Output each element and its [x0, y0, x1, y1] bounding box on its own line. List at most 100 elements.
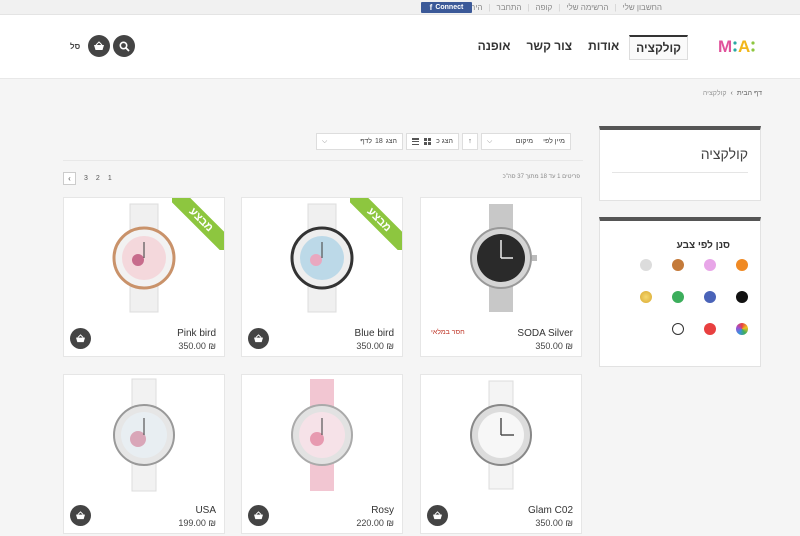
- swatch-orange[interactable]: [736, 259, 748, 271]
- product-card[interactable]: USA 199.00 ₪: [63, 374, 225, 534]
- sort-direction-button[interactable]: ↑: [462, 133, 478, 150]
- collection-title: קולקציה: [700, 146, 748, 162]
- add-to-cart-button[interactable]: [427, 505, 448, 526]
- svg-text:A: A: [738, 37, 750, 56]
- product-card[interactable]: מבצע Pink bird 350.00 ₪: [63, 197, 225, 357]
- product-price: 350.00 ₪: [535, 518, 573, 528]
- product-card[interactable]: Glam C02 350.00 ₪: [420, 374, 582, 534]
- pagination: ‹ 3 2 1: [63, 172, 112, 185]
- product-card[interactable]: מבצע Blue bird 350.00 ₪: [241, 197, 403, 357]
- product-toolbar: הצג 18 לדף ⌵ הצג כ ↑ מיין לפי מיקום ⌵: [316, 133, 571, 150]
- product-name[interactable]: Blue bird: [355, 328, 394, 339]
- swatch-blue[interactable]: [704, 291, 716, 303]
- facebook-connect-label: Connect: [435, 4, 464, 11]
- show-value: 18: [374, 138, 383, 145]
- svg-text:M: M: [718, 37, 732, 56]
- per-page-label: לדף: [360, 138, 372, 145]
- sort-value: מיקום: [515, 138, 534, 145]
- prev-page-button[interactable]: ‹: [63, 172, 76, 185]
- list-view-icon[interactable]: [412, 138, 419, 145]
- top-bar: החשבון שלי| הרשימה שלי| קופה| התחבר| היר…: [0, 0, 800, 15]
- product-price: 350.00 ₪: [356, 341, 394, 351]
- page-2[interactable]: 2: [96, 175, 100, 182]
- product-name[interactable]: Pink bird: [177, 328, 216, 339]
- product-card[interactable]: חסר במלאי SODA Silver 350.00 ₪: [420, 197, 582, 357]
- my-account-link[interactable]: החשבון שלי: [617, 3, 669, 12]
- toolbar-divider: [63, 160, 583, 161]
- product-image[interactable]: [242, 375, 402, 495]
- product-name[interactable]: USA: [195, 505, 216, 516]
- add-to-cart-button[interactable]: [248, 328, 269, 349]
- sort-by-select[interactable]: מיין לפי מיקום ⌵: [481, 133, 571, 150]
- product-name[interactable]: Glam C02: [528, 505, 573, 516]
- color-filter-title: סנן לפי צבע: [676, 240, 730, 251]
- nav-fashion[interactable]: אופנה: [472, 35, 517, 60]
- breadcrumb-home[interactable]: דף הבית: [737, 90, 762, 97]
- arrow-up-icon: ↑: [468, 138, 472, 145]
- product-name[interactable]: SODA Silver: [517, 328, 573, 339]
- chevron-down-icon: ⌵: [487, 137, 493, 145]
- page-3[interactable]: 3: [84, 175, 88, 182]
- add-to-cart-button[interactable]: [70, 505, 91, 526]
- collection-widget: קולקציה: [599, 126, 761, 201]
- chevron-down-icon: ⌵: [322, 137, 328, 145]
- results-count: פריטים 1 עד 18 מתוך 37 סה"כ: [502, 174, 580, 180]
- facebook-icon: f: [429, 3, 433, 12]
- breadcrumb: דף הבית › קולקציה: [703, 90, 762, 97]
- login-link[interactable]: התחבר: [491, 3, 528, 12]
- cart-button[interactable]: [88, 35, 111, 57]
- nav-contact[interactable]: צור קשר: [521, 35, 579, 60]
- sale-ribbon: מבצע: [172, 198, 224, 250]
- wishlist-link[interactable]: הרשימה שלי: [560, 3, 614, 12]
- checkout-link[interactable]: קופה: [530, 3, 559, 12]
- basket-icon: [254, 334, 263, 343]
- product-image[interactable]: [64, 375, 224, 495]
- product-card[interactable]: Rosy 220.00 ₪: [241, 374, 403, 534]
- product-price: 199.00 ₪: [178, 518, 216, 528]
- show-per-page-select[interactable]: הצג 18 לדף ⌵: [316, 133, 403, 150]
- basket-icon: [76, 511, 85, 520]
- nav-about[interactable]: אודות: [582, 35, 625, 60]
- swatch-black[interactable]: [736, 291, 748, 303]
- color-swatches: [628, 259, 748, 335]
- swatch-multicolor[interactable]: [736, 323, 748, 335]
- sort-label: מיין לפי: [543, 138, 565, 145]
- swatch-green[interactable]: [672, 291, 684, 303]
- product-image[interactable]: [421, 198, 581, 318]
- widget-divider: [612, 172, 748, 173]
- breadcrumb-current: קולקציה: [702, 90, 727, 97]
- sale-label: מבצע: [350, 198, 402, 250]
- page-1: 1: [107, 175, 112, 182]
- swatch-white[interactable]: [672, 323, 684, 335]
- product-price: 220.00 ₪: [356, 518, 394, 528]
- breadcrumb-separator: ›: [730, 90, 733, 97]
- basket-icon: [433, 511, 442, 520]
- swatch-gold[interactable]: [640, 291, 652, 303]
- search-button[interactable]: [113, 35, 136, 57]
- swatch-red[interactable]: [704, 323, 716, 335]
- swatch-silver[interactable]: [640, 259, 652, 271]
- product-name[interactable]: Rosy: [371, 505, 394, 516]
- product-image[interactable]: [421, 375, 581, 495]
- cart-label[interactable]: סל: [70, 42, 80, 51]
- grid-view-icon[interactable]: [424, 138, 432, 145]
- view-mode-switcher: הצג כ: [406, 133, 459, 150]
- basket-icon: [76, 334, 85, 343]
- add-to-cart-button[interactable]: [70, 328, 91, 349]
- basket-icon: [254, 511, 263, 520]
- add-to-cart-button[interactable]: [248, 505, 269, 526]
- view-as-label: הצג כ: [436, 138, 453, 145]
- main-nav: קולקציה אודות צור קשר אופנה: [472, 35, 688, 60]
- sale-label: מבצע: [172, 198, 224, 250]
- header-actions: סל: [70, 35, 136, 57]
- account-links: החשבון שלי| הרשימה שלי| קופה| התחבר| היר…: [454, 3, 668, 12]
- show-label: הצג: [385, 138, 397, 145]
- nav-collection[interactable]: קולקציה: [629, 35, 688, 60]
- swatch-brown[interactable]: [672, 259, 684, 271]
- site-logo[interactable]: M A: [718, 35, 762, 57]
- sale-ribbon: מבצע: [350, 198, 402, 250]
- facebook-connect-button[interactable]: f Connect: [421, 2, 472, 13]
- swatch-pink[interactable]: [704, 259, 716, 271]
- search-icon: [119, 40, 130, 52]
- product-price: 350.00 ₪: [535, 341, 573, 351]
